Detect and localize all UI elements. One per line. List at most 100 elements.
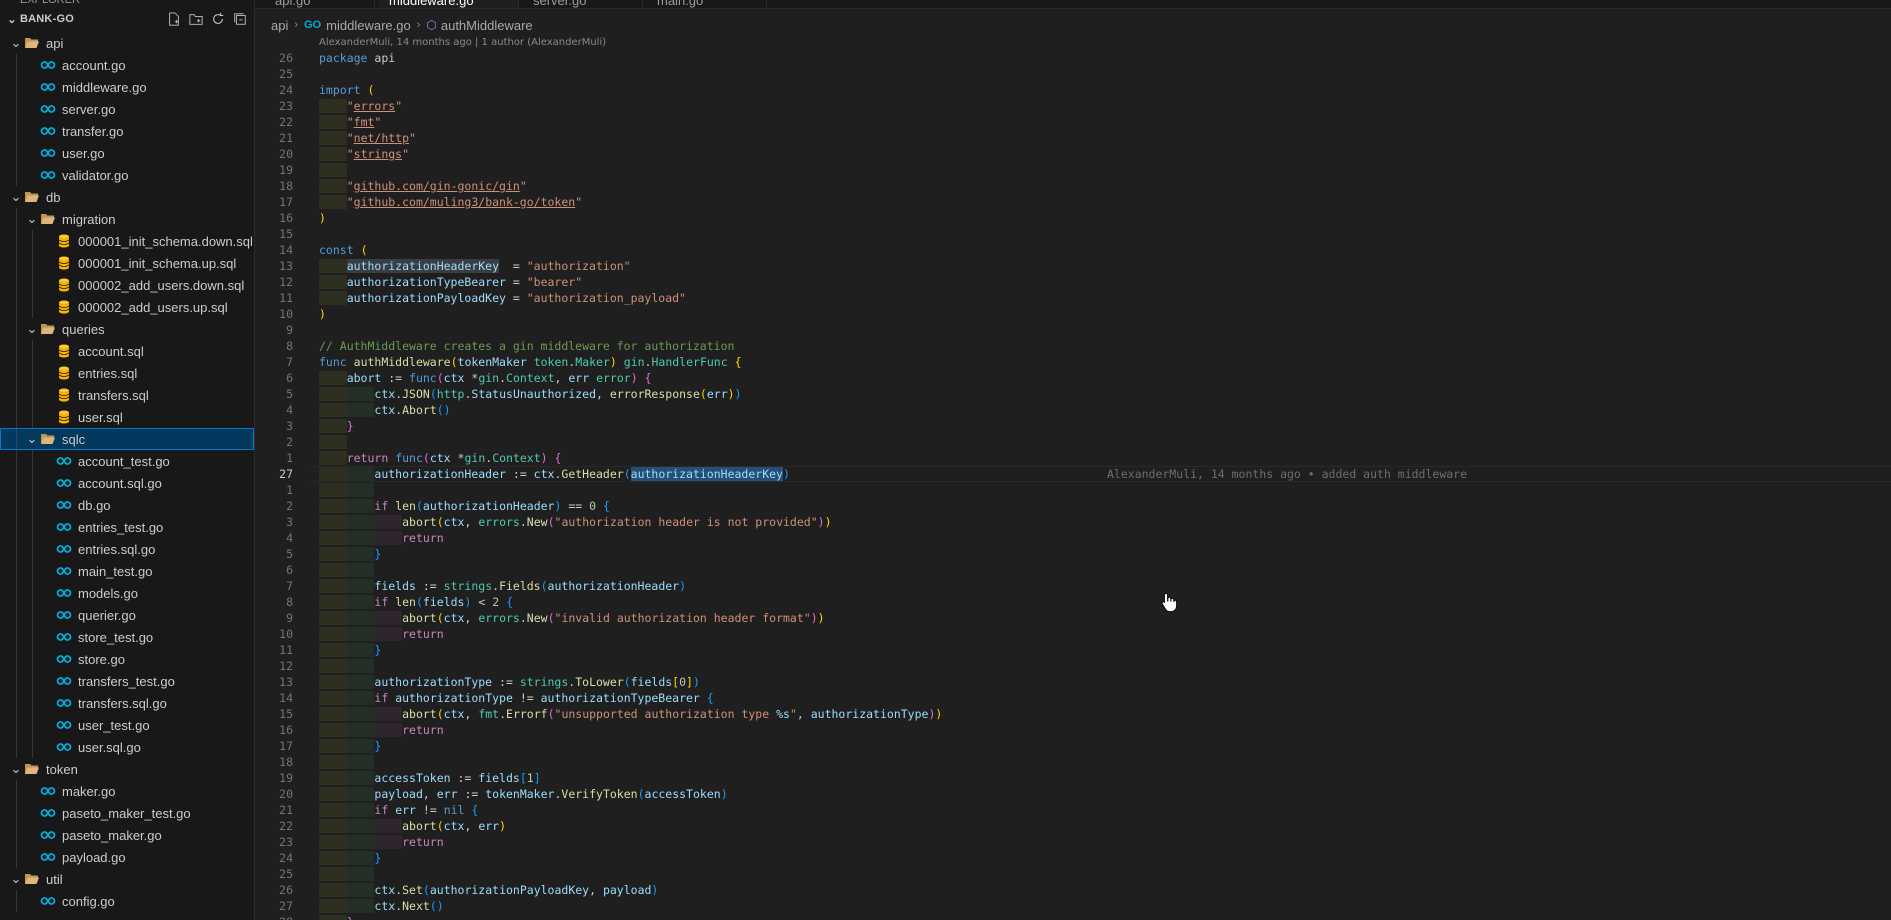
- code-line[interactable]: 22 "fmt": [255, 114, 1891, 130]
- tree-file[interactable]: account.sql: [0, 340, 254, 362]
- code-line[interactable]: 24 import (: [255, 82, 1891, 98]
- tree-file[interactable]: transfer.go: [0, 120, 254, 142]
- tab-api[interactable]: api.go: [265, 0, 375, 8]
- code-line[interactable]: 17 }: [255, 738, 1891, 754]
- code-line[interactable]: 12 authorizationTypeBearer = "bearer": [255, 274, 1891, 290]
- chevron-down-icon[interactable]: ⌄: [8, 871, 24, 887]
- code-line[interactable]: 3 abort(ctx, errors.New("authorization h…: [255, 514, 1891, 530]
- tree-file[interactable]: 000002_add_users.down.sql: [0, 274, 254, 296]
- code-line[interactable]: 1: [255, 482, 1891, 498]
- code-line[interactable]: 19 accessToken := fields[1]: [255, 770, 1891, 786]
- tree-file[interactable]: server.go: [0, 98, 254, 120]
- tree-file[interactable]: user.go: [0, 142, 254, 164]
- code-line[interactable]: 23 return: [255, 834, 1891, 850]
- new-file-icon[interactable]: [166, 11, 182, 27]
- code-lines[interactable]: 26 package api 25 24 import ( 23 "errors" …: [255, 50, 1891, 920]
- collapse-all-icon[interactable]: [232, 11, 248, 27]
- tree-file[interactable]: payload.go: [0, 846, 254, 868]
- chevron-down-icon[interactable]: ⌄: [8, 189, 24, 205]
- code-line[interactable]: 4 return: [255, 530, 1891, 546]
- tree-file[interactable]: paseto_maker.go: [0, 824, 254, 846]
- new-folder-icon[interactable]: [188, 11, 204, 27]
- tree-file[interactable]: store.go: [0, 648, 254, 670]
- code-line[interactable]: 17 "github.com/muling3/bank-go/token": [255, 194, 1891, 210]
- code-line[interactable]: 18: [255, 754, 1891, 770]
- code-line[interactable]: 7 fields := strings.Fields(authorization…: [255, 578, 1891, 594]
- blame-codelens[interactable]: AlexanderMuli, 14 months ago | 1 author …: [319, 37, 606, 48]
- tree-file[interactable]: models.go: [0, 582, 254, 604]
- code-line[interactable]: 14 if authorizationType != authorization…: [255, 690, 1891, 706]
- tree-file[interactable]: maker.go: [0, 780, 254, 802]
- tree-file[interactable]: 000002_add_users.up.sql: [0, 296, 254, 318]
- code-line[interactable]: 12: [255, 658, 1891, 674]
- code-line[interactable]: 11 authorizationPayloadKey = "authorizat…: [255, 290, 1891, 306]
- tree-file[interactable]: config.go: [0, 890, 254, 912]
- code-line[interactable]: 3 }: [255, 418, 1891, 434]
- code-line[interactable]: 26 package api: [255, 50, 1891, 66]
- code-line[interactable]: 2: [255, 434, 1891, 450]
- code-line[interactable]: 6 abort := func(ctx *gin.Context, err er…: [255, 370, 1891, 386]
- code-line[interactable]: 4 ctx.Abort(): [255, 402, 1891, 418]
- code-line[interactable]: 15: [255, 226, 1891, 242]
- code-line[interactable]: 16 return: [255, 722, 1891, 738]
- tab-server[interactable]: server.go: [523, 0, 643, 8]
- tree-folder[interactable]: ⌄ migration: [0, 208, 254, 230]
- tree-file[interactable]: user.sql.go: [0, 736, 254, 758]
- tree-file[interactable]: transfers.sql.go: [0, 692, 254, 714]
- code-line-current[interactable]: 27 authorizationHeader := ctx.GetHeader(…: [255, 466, 1891, 482]
- code-line[interactable]: 24 }: [255, 850, 1891, 866]
- tree-folder[interactable]: ⌄ db: [0, 186, 254, 208]
- chevron-down-icon[interactable]: ⌄: [8, 761, 24, 777]
- code-line[interactable]: 5 ctx.JSON(http.StatusUnauthorized, erro…: [255, 386, 1891, 402]
- breadcrumb-file[interactable]: middleware.go: [326, 18, 411, 33]
- tree-file[interactable]: querier.go: [0, 604, 254, 626]
- tree-file[interactable]: 000001_init_schema.down.sql: [0, 230, 254, 252]
- tab-middleware[interactable]: middleware.go: [379, 0, 519, 8]
- tree-file[interactable]: transfers.sql: [0, 384, 254, 406]
- code-line[interactable]: 9: [255, 322, 1891, 338]
- code-line[interactable]: 26 ctx.Set(authorizationPayloadKey, payl…: [255, 882, 1891, 898]
- tree-folder[interactable]: ⌄ api: [0, 32, 254, 54]
- tab-main[interactable]: main.go: [647, 0, 767, 8]
- code-line[interactable]: 13 authorizationType := strings.ToLower(…: [255, 674, 1891, 690]
- tree-folder[interactable]: ⌄ util: [0, 868, 254, 890]
- tree-file[interactable]: 000001_init_schema.up.sql: [0, 252, 254, 274]
- tree-file[interactable]: db.go: [0, 494, 254, 516]
- tree-file[interactable]: user_test.go: [0, 714, 254, 736]
- tree-file[interactable]: user.sql: [0, 406, 254, 428]
- code-line[interactable]: 20 payload, err := tokenMaker.VerifyToke…: [255, 786, 1891, 802]
- tree-file[interactable]: account.go: [0, 54, 254, 76]
- tree-file[interactable]: account_test.go: [0, 450, 254, 472]
- chevron-down-icon[interactable]: ⌄: [24, 211, 40, 227]
- code-line[interactable]: 8// AuthMiddleware creates a gin middlew…: [255, 338, 1891, 354]
- code-line[interactable]: 11 }: [255, 642, 1891, 658]
- breadcrumb-folder[interactable]: api: [271, 18, 288, 33]
- code-line[interactable]: 10): [255, 306, 1891, 322]
- tree-file[interactable]: transfers_test.go: [0, 670, 254, 692]
- tree-file[interactable]: validator.go: [0, 164, 254, 186]
- chevron-down-icon[interactable]: ⌄: [4, 13, 20, 26]
- code-line[interactable]: 1 return func(ctx *gin.Context) {: [255, 450, 1891, 466]
- tree-folder[interactable]: ⌄ queries: [0, 318, 254, 340]
- chevron-down-icon[interactable]: ⌄: [8, 35, 24, 51]
- code-line[interactable]: 2 if len(authorizationHeader) == 0 {: [255, 498, 1891, 514]
- code-line[interactable]: 28 }: [255, 914, 1891, 920]
- code-line[interactable]: 10 return: [255, 626, 1891, 642]
- code-line[interactable]: 27 ctx.Next(): [255, 898, 1891, 914]
- tree-file[interactable]: main_test.go: [0, 560, 254, 582]
- chevron-down-icon[interactable]: ⌄: [24, 321, 40, 337]
- tree-file[interactable]: entries_test.go: [0, 516, 254, 538]
- tree-folder[interactable]: ⌄ sqlc: [0, 428, 254, 450]
- tree-folder[interactable]: ⌄ token: [0, 758, 254, 780]
- code-line[interactable]: 21 if err != nil {: [255, 802, 1891, 818]
- code-line[interactable]: 8 if len(fields) < 2 {: [255, 594, 1891, 610]
- code-line[interactable]: 9 abort(ctx, errors.New("invalid authori…: [255, 610, 1891, 626]
- tree-file[interactable]: entries.sql.go: [0, 538, 254, 560]
- code-editor[interactable]: AlexanderMuli, 14 months ago | 1 author …: [255, 36, 1891, 920]
- code-line[interactable]: 23 "errors": [255, 98, 1891, 114]
- code-line[interactable]: 6: [255, 562, 1891, 578]
- explorer-section-header[interactable]: ⌄ BANK-GO: [0, 6, 254, 32]
- code-line[interactable]: 21 "net/http": [255, 130, 1891, 146]
- tree-file[interactable]: middleware.go: [0, 76, 254, 98]
- chevron-down-icon[interactable]: ⌄: [24, 431, 40, 447]
